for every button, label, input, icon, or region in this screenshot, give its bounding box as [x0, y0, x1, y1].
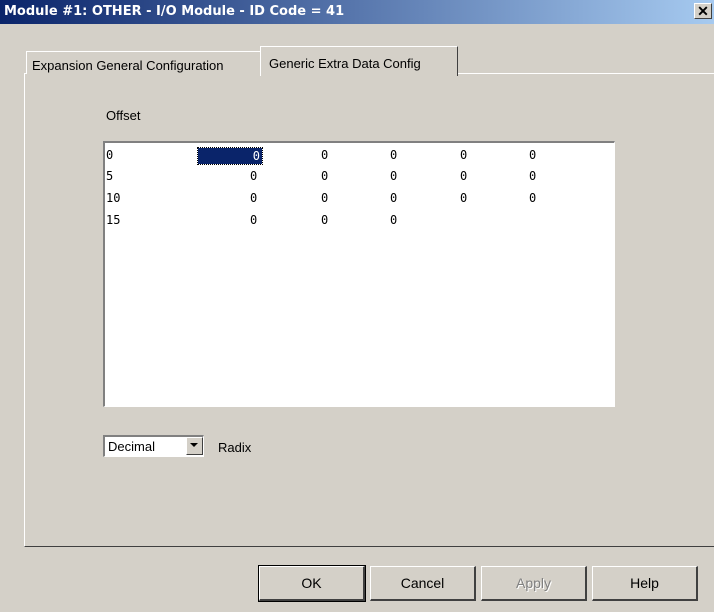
- value-cell-selected[interactable]: 0: [197, 147, 263, 165]
- chevron-down-icon: [190, 443, 198, 447]
- title-bar: Module #1: OTHER - I/O Module - ID Code …: [0, 0, 714, 24]
- help-button[interactable]: Help: [592, 566, 698, 601]
- offset-cell: 5: [106, 169, 114, 183]
- value-cell[interactable]: 0: [321, 191, 328, 205]
- tab-expansion-general-configuration[interactable]: Expansion General Configuration: [26, 51, 261, 74]
- value-cell[interactable]: 0: [529, 169, 536, 183]
- offset-cell: 10: [106, 191, 121, 205]
- value-cell[interactable]: 0: [460, 169, 467, 183]
- window-title: Module #1: OTHER - I/O Module - ID Code …: [4, 4, 345, 19]
- value-cell[interactable]: 0: [529, 191, 536, 205]
- tab-generic-extra-data-config[interactable]: Generic Extra Data Config: [260, 46, 458, 76]
- table-row[interactable]: 0 0 0 0 0 0: [105, 147, 614, 165]
- table-row[interactable]: 10 0 0 0 0 0: [105, 191, 614, 207]
- radix-selected-value: Decimal: [108, 439, 155, 454]
- offset-label: Offset: [106, 108, 141, 123]
- table-row[interactable]: 5 0 0 0 0 0: [105, 169, 614, 185]
- close-icon: ✕: [697, 3, 709, 19]
- cancel-button[interactable]: Cancel: [370, 566, 476, 601]
- offset-cell: 15: [106, 213, 121, 227]
- radix-dropdown-button[interactable]: [186, 437, 203, 455]
- value-cell[interactable]: 0: [390, 213, 397, 227]
- value-cell[interactable]: 0: [250, 213, 257, 227]
- value-cell[interactable]: 0: [321, 148, 328, 162]
- value-cell[interactable]: 0: [250, 191, 257, 205]
- value-cell[interactable]: 0: [250, 169, 257, 183]
- apply-button[interactable]: Apply: [481, 566, 587, 601]
- close-button[interactable]: ✕: [694, 3, 712, 19]
- radix-select[interactable]: Decimal: [103, 435, 204, 457]
- value-cell[interactable]: 0: [460, 191, 467, 205]
- offset-cell: 0: [106, 148, 114, 162]
- radix-label: Radix: [218, 440, 252, 455]
- value-cell[interactable]: 0: [460, 148, 467, 162]
- value-cell[interactable]: 0: [529, 148, 536, 162]
- value-cell[interactable]: 0: [321, 213, 328, 227]
- value-cell[interactable]: 0: [390, 148, 397, 162]
- data-listbox[interactable]: 0 0 0 0 0 0 5 0 0 0 0 0 10 0 0 0 0 0 15 …: [103, 141, 615, 407]
- value-cell[interactable]: 0: [390, 191, 397, 205]
- table-row[interactable]: 15 0 0 0: [105, 213, 614, 229]
- ok-button[interactable]: OK: [258, 565, 366, 602]
- value-cell[interactable]: 0: [390, 169, 397, 183]
- value-cell[interactable]: 0: [321, 169, 328, 183]
